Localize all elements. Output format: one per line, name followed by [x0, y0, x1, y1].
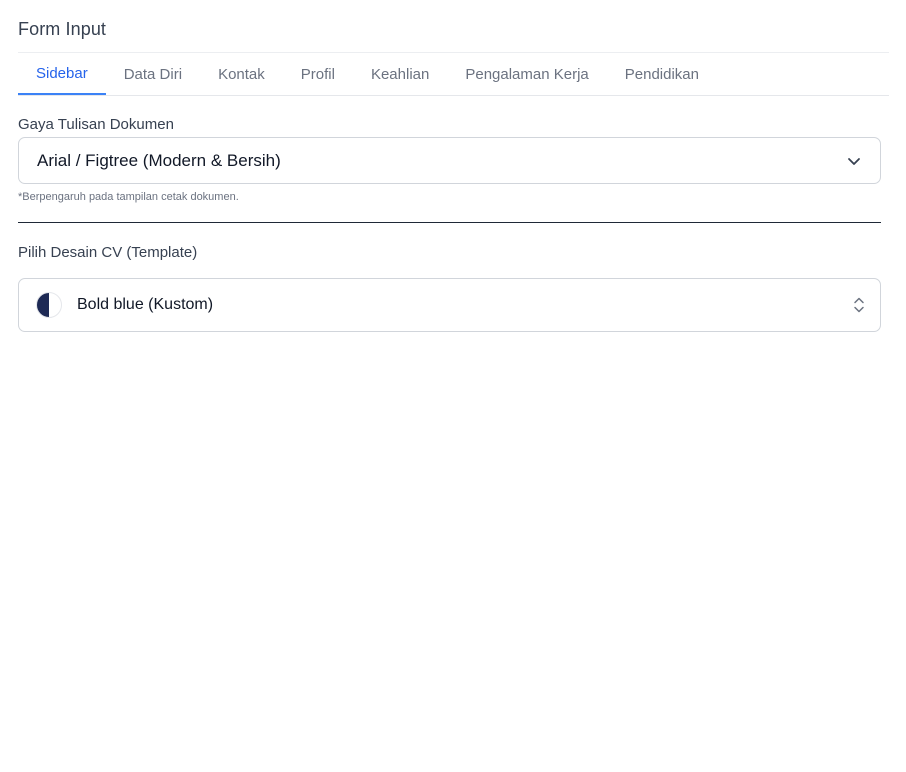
font-style-label: Gaya Tulisan Dokumen [18, 116, 174, 133]
font-style-value: Arial / Figtree (Modern & Bersih) [37, 150, 281, 170]
tab-keahlian[interactable]: Keahlian [353, 53, 447, 95]
page-title: Form Input [18, 19, 107, 39]
template-select[interactable]: Bold blue (Kustom) [18, 278, 881, 332]
tab-profil[interactable]: Profil [283, 53, 353, 95]
tab-kontak[interactable]: Kontak [200, 53, 283, 95]
tab-data-diri[interactable]: Data Diri [106, 53, 200, 95]
template-value: Bold blue (Kustom) [77, 296, 214, 313]
chevron-down-icon [846, 153, 862, 169]
tab-sidebar[interactable]: Sidebar [18, 53, 106, 95]
tab-pengalaman-kerja[interactable]: Pengalaman Kerja [447, 53, 606, 95]
font-style-hint: *Berpengaruh pada tampilan cetak dokumen… [18, 191, 239, 203]
section-divider [18, 222, 881, 223]
chevron-up-down-icon [852, 295, 866, 315]
template-color-swatch [36, 292, 62, 318]
template-label: Pilih Desain CV (Template) [18, 244, 198, 261]
tab-bar: Sidebar Data Diri Kontak Profil Keahlian… [18, 53, 889, 96]
font-style-select[interactable]: Arial / Figtree (Modern & Bersih) [18, 137, 881, 184]
tab-pendidikan[interactable]: Pendidikan [607, 53, 717, 95]
